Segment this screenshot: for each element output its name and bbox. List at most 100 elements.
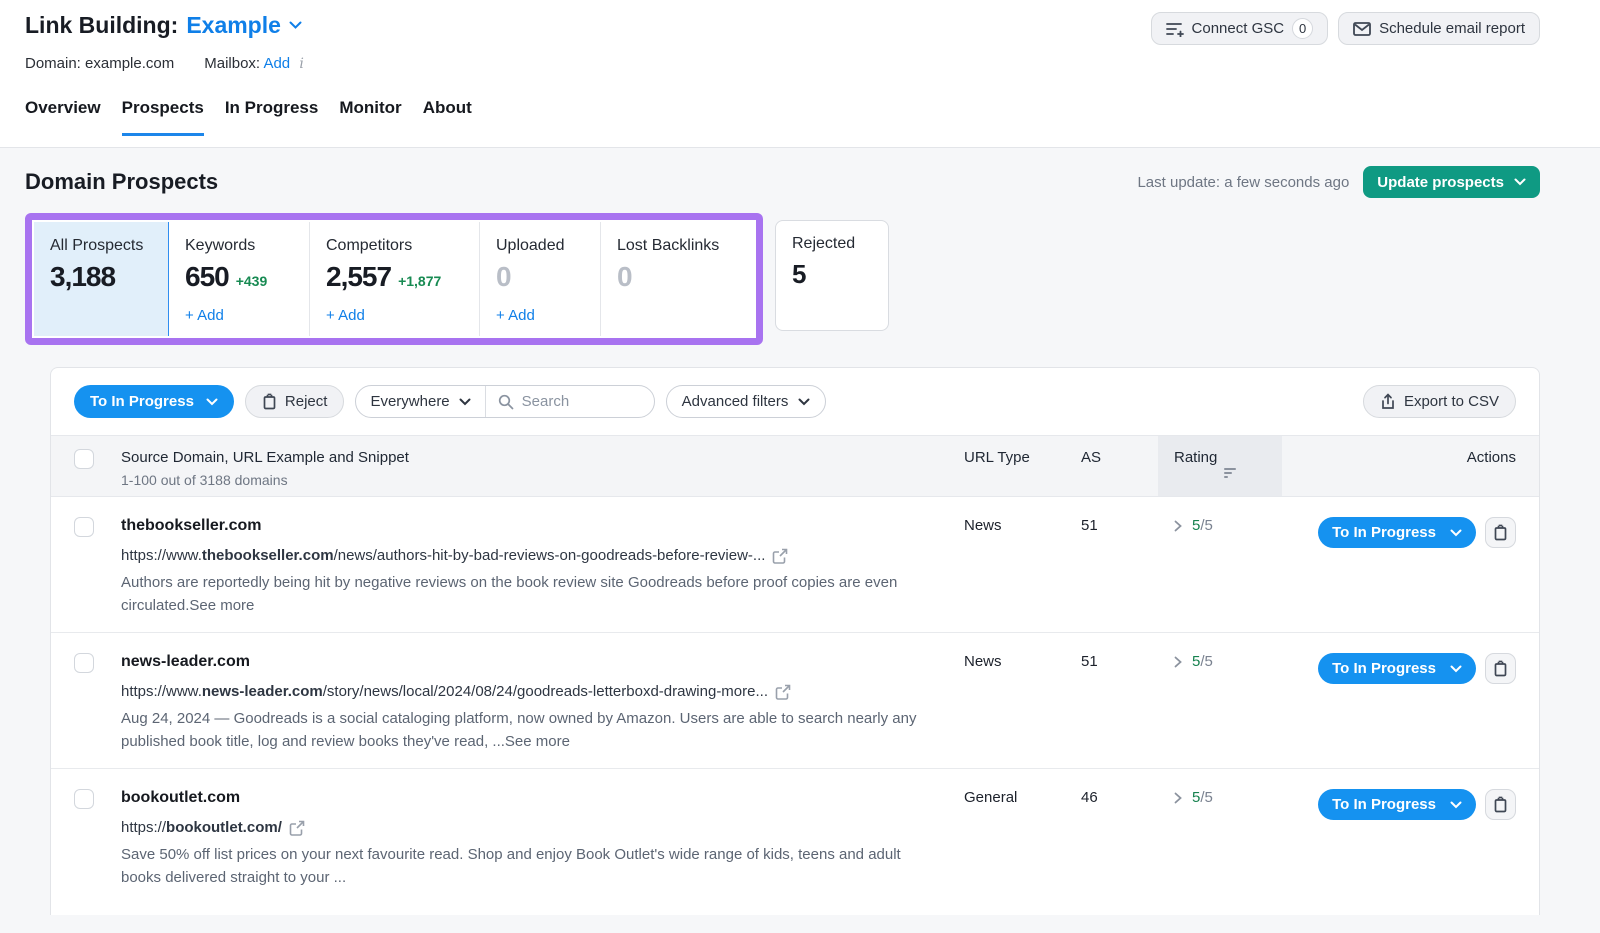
column-url-type[interactable]: URL Type xyxy=(964,436,1081,496)
nav-tabs: Overview Prospects In Progress Monitor A… xyxy=(25,98,1540,136)
export-csv-button[interactable]: Export to CSV xyxy=(1363,385,1516,418)
stat-card-competitors[interactable]: Competitors 2,557 +1,877 + Add xyxy=(310,222,480,336)
stat-card-rejected[interactable]: Rejected 5 xyxy=(775,220,889,331)
row-checkbox[interactable] xyxy=(74,517,94,537)
url-example: https://www.thebookseller.com/news/autho… xyxy=(121,547,964,564)
column-source-domain: Source Domain, URL Example and Snippet xyxy=(121,449,964,466)
schedule-email-label: Schedule email report xyxy=(1379,20,1525,37)
stat-value: 2,557 xyxy=(326,261,391,293)
as-value: 46 xyxy=(1081,769,1158,905)
stat-label: Lost Backlinks xyxy=(617,237,738,255)
rating-cell: 5/5 xyxy=(1158,633,1282,768)
export-csv-label: Export to CSV xyxy=(1404,393,1499,410)
stat-card-uploaded[interactable]: Uploaded 0 + Add xyxy=(480,222,601,336)
to-in-progress-bulk-button[interactable]: To In Progress xyxy=(74,385,234,418)
update-prospects-button[interactable]: Update prospects xyxy=(1363,166,1540,198)
rating-cell: 5/5 xyxy=(1158,497,1282,632)
source-domain[interactable]: bookoutlet.com xyxy=(121,789,964,807)
rating-value: 5/5 xyxy=(1192,517,1213,534)
stat-label: Uploaded xyxy=(496,237,584,255)
source-domain[interactable]: news-leader.com xyxy=(121,653,964,671)
stat-card-all-prospects[interactable]: All Prospects 3,188 xyxy=(34,222,169,336)
table-row: bookoutlet.com https://bookoutlet.com/ S… xyxy=(51,769,1539,905)
prospects-panel: To In Progress Reject Everywhere xyxy=(50,367,1540,915)
delete-row-button[interactable] xyxy=(1485,789,1516,820)
external-link-icon[interactable] xyxy=(772,548,788,564)
url-type-value: General xyxy=(964,769,1081,905)
list-plus-icon xyxy=(1166,21,1184,37)
delete-row-button[interactable] xyxy=(1485,517,1516,548)
connect-gsc-label: Connect GSC xyxy=(1192,20,1285,37)
source-domain[interactable]: thebookseller.com xyxy=(121,517,964,535)
rating-cell: 5/5 xyxy=(1158,769,1282,905)
trash-icon xyxy=(262,393,277,410)
last-update-text: Last update: a few seconds ago xyxy=(1137,174,1349,191)
stat-card-keywords[interactable]: Keywords 650 +439 + Add xyxy=(169,222,310,336)
tab-prospects[interactable]: Prospects xyxy=(122,98,204,136)
tab-monitor[interactable]: Monitor xyxy=(339,98,401,136)
mailbox-add-link[interactable]: Add xyxy=(263,55,290,72)
external-link-icon[interactable] xyxy=(289,820,305,836)
chevron-down-icon xyxy=(459,398,471,406)
table-row: news-leader.com https://www.news-leader.… xyxy=(51,633,1539,769)
schedule-email-button[interactable]: Schedule email report xyxy=(1338,12,1540,45)
add-competitors-link[interactable]: + Add xyxy=(326,307,463,324)
url-type-value: News xyxy=(964,497,1081,632)
column-as[interactable]: AS xyxy=(1081,436,1158,496)
connect-gsc-badge: 0 xyxy=(1292,18,1313,39)
column-actions: Actions xyxy=(1282,436,1539,496)
chevron-down-icon xyxy=(206,398,218,406)
tab-about[interactable]: About xyxy=(423,98,472,136)
add-keywords-link[interactable]: + Add xyxy=(185,307,293,324)
chevron-down-icon xyxy=(1450,665,1462,673)
to-in-progress-row-button[interactable]: To In Progress xyxy=(1318,653,1476,684)
chevron-right-icon[interactable] xyxy=(1174,656,1182,668)
url-text: https://www.thebookseller.com/news/autho… xyxy=(121,547,765,564)
chevron-down-icon xyxy=(1514,178,1526,186)
chevron-down-icon xyxy=(798,398,810,406)
chevron-right-icon[interactable] xyxy=(1174,520,1182,532)
chevron-down-icon xyxy=(1450,801,1462,809)
advanced-filters-button[interactable]: Advanced filters xyxy=(666,385,827,418)
reject-label: Reject xyxy=(285,393,328,410)
select-all-checkbox[interactable] xyxy=(74,449,94,469)
to-in-progress-row-button[interactable]: To In Progress xyxy=(1318,789,1476,820)
stat-label: Competitors xyxy=(326,237,463,255)
add-uploaded-link[interactable]: + Add xyxy=(496,307,584,324)
delete-row-button[interactable] xyxy=(1485,653,1516,684)
info-icon[interactable]: i xyxy=(299,56,303,72)
tab-overview[interactable]: Overview xyxy=(25,98,101,136)
stat-label: All Prospects xyxy=(50,237,152,255)
tab-in-progress[interactable]: In Progress xyxy=(225,98,319,136)
column-rating-label: Rating xyxy=(1174,449,1217,466)
chevron-right-icon[interactable] xyxy=(1174,792,1182,804)
trash-icon xyxy=(1493,660,1508,677)
connect-gsc-button[interactable]: Connect GSC 0 xyxy=(1151,12,1329,45)
title-label: Link Building: xyxy=(25,12,178,39)
table-header: Source Domain, URL Example and Snippet 1… xyxy=(51,435,1539,497)
to-in-progress-label: To In Progress xyxy=(1332,524,1436,541)
url-example: https://bookoutlet.com/ xyxy=(121,819,964,836)
body-area: Domain Prospects Last update: a few seco… xyxy=(0,148,1600,933)
column-rating[interactable]: Rating xyxy=(1158,436,1282,496)
reject-button[interactable]: Reject xyxy=(245,385,345,418)
update-prospects-label: Update prospects xyxy=(1377,174,1504,191)
search-scope-dropdown[interactable]: Everywhere xyxy=(356,386,484,417)
project-name[interactable]: Example xyxy=(186,12,281,39)
search-icon xyxy=(498,394,514,410)
to-in-progress-label: To In Progress xyxy=(1332,660,1436,677)
search-input[interactable] xyxy=(522,393,632,410)
row-checkbox[interactable] xyxy=(74,789,94,809)
to-in-progress-row-button[interactable]: To In Progress xyxy=(1318,517,1476,548)
app-header: Link Building: Example Connect GSC 0 Sch… xyxy=(0,0,1600,148)
stat-card-lost-backlinks[interactable]: Lost Backlinks 0 xyxy=(601,222,754,336)
rating-value: 5/5 xyxy=(1192,789,1213,806)
chevron-down-icon xyxy=(1450,529,1462,537)
stat-delta: +1,877 xyxy=(398,273,441,289)
trash-icon xyxy=(1493,796,1508,813)
row-checkbox[interactable] xyxy=(74,653,94,673)
url-example: https://www.news-leader.com/story/news/l… xyxy=(121,683,964,700)
chevron-down-icon[interactable] xyxy=(289,21,302,30)
prospect-sources-highlight: All Prospects 3,188 Keywords 650 +439 + … xyxy=(25,213,763,345)
external-link-icon[interactable] xyxy=(775,684,791,700)
